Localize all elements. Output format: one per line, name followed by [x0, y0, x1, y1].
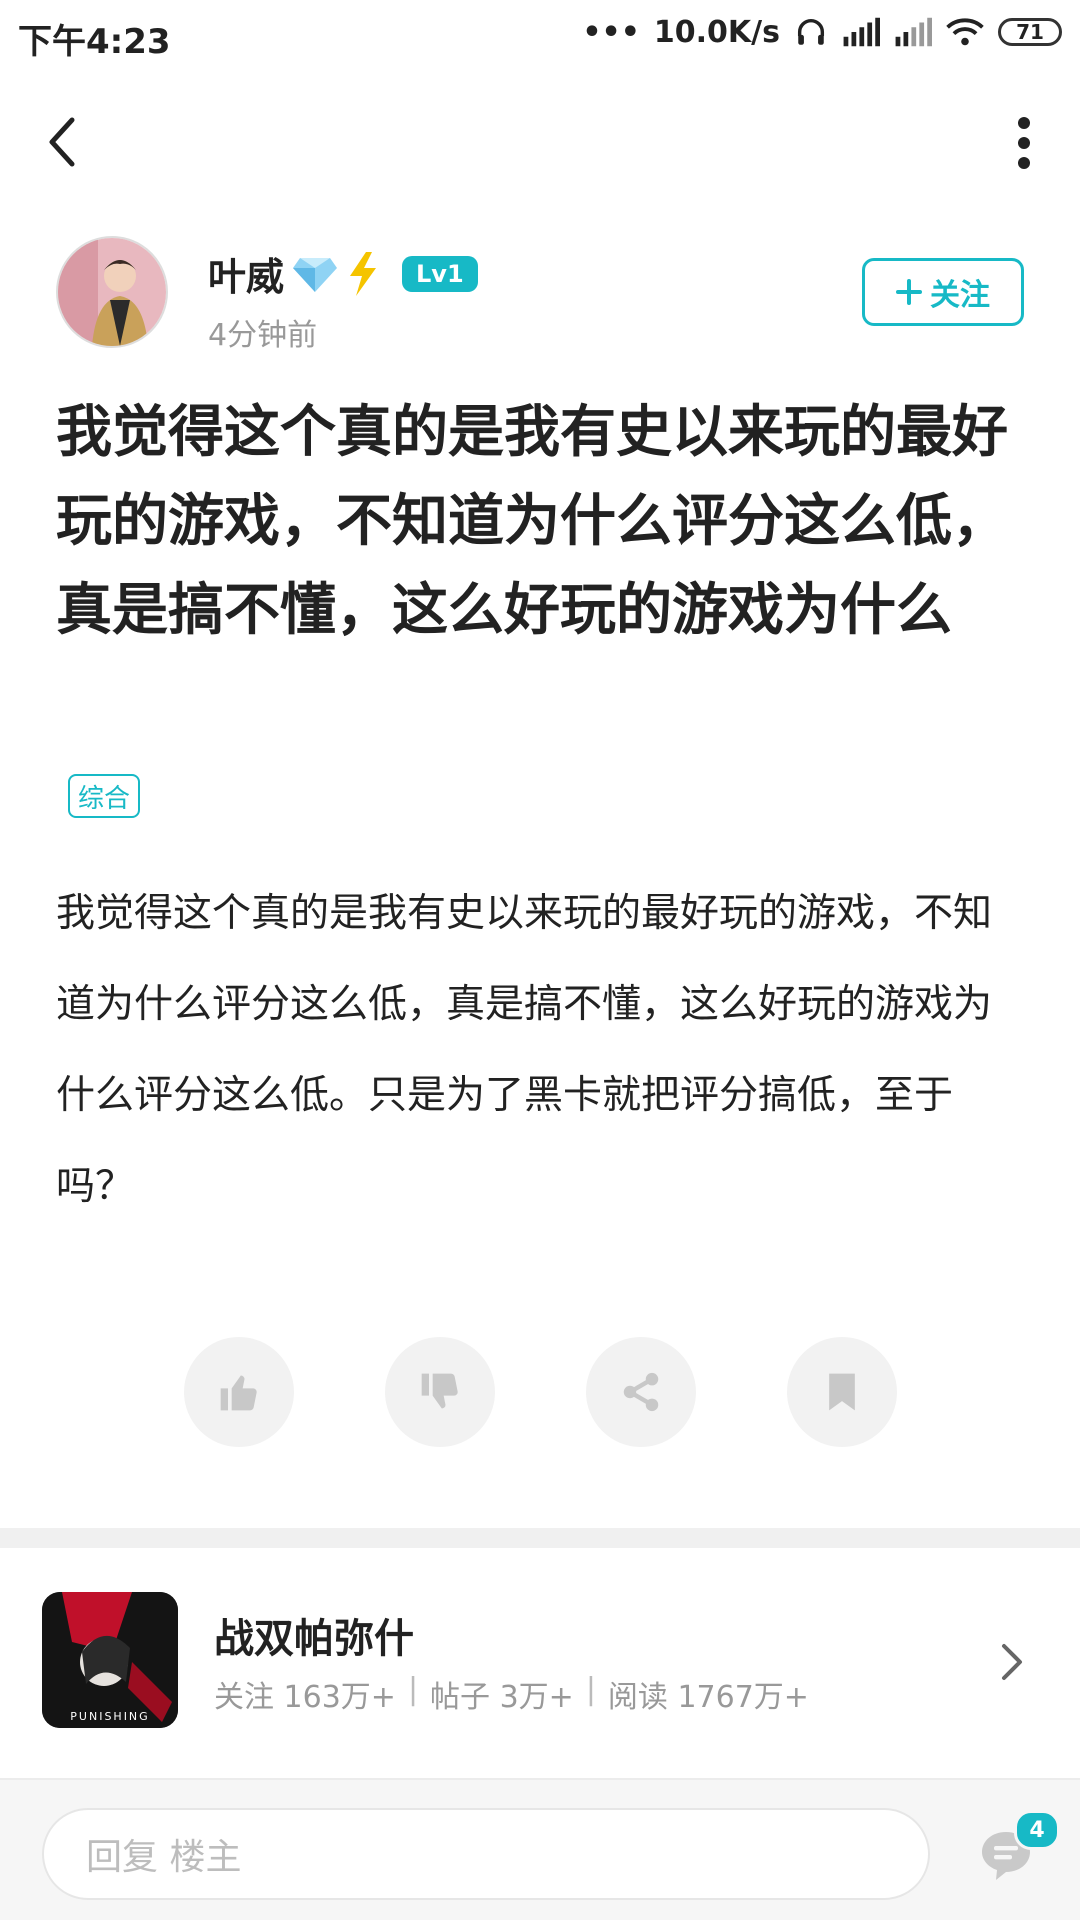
status-bar-right: ••• 10.0K/s 71: [582, 12, 1062, 52]
lightning-icon: [350, 251, 377, 296]
post-body: 我觉得这个真的是我有史以来玩的最好玩的游戏，不知道为什么评分这么低，真是搞不懂，…: [56, 891, 993, 1209]
game-icon[interactable]: PUNISHING: [42, 1592, 178, 1728]
chevron-right-icon: [1002, 1644, 1022, 1680]
reply-placeholder: 回复 楼主: [86, 1837, 242, 1878]
bottom-bar: 回复 楼主 4: [0, 1778, 1080, 1920]
dots-icon: •••: [582, 14, 640, 50]
bookmark-icon: [829, 1373, 855, 1411]
back-button[interactable]: [36, 108, 88, 176]
signal-icon: [843, 17, 880, 47]
game-card-arrow[interactable]: [992, 1638, 1032, 1686]
post-time: 4分钟前: [208, 318, 318, 353]
more-vertical-icon: [1018, 117, 1030, 169]
game-icon-text: PUNISHING: [70, 1710, 149, 1723]
thumb-down-icon: [421, 1373, 458, 1409]
stat-separator: |: [585, 1672, 596, 1707]
follow-button[interactable]: 关注: [862, 258, 1024, 326]
reply-input[interactable]: 回复 楼主: [42, 1808, 930, 1900]
game-posts: 帖子 3万+: [430, 1680, 574, 1715]
game-reads: 阅读 1767万+: [607, 1680, 809, 1715]
bookmark-button[interactable]: [787, 1337, 897, 1447]
comment-count-badge: 4: [1014, 1810, 1060, 1850]
game-name[interactable]: 战双帕弥什: [214, 1606, 414, 1664]
stat-separator: |: [407, 1672, 419, 1707]
post-title: 我觉得这个真的是我有史以来玩的最好玩的游戏，不知道为什么评分这么低，真是搞不懂，…: [56, 400, 1008, 643]
more-button[interactable]: [1002, 108, 1046, 178]
headphones-icon: [797, 19, 825, 45]
author-name-row[interactable]: 叶威 Lv1: [208, 246, 478, 301]
status-time: 下午4:23: [18, 22, 171, 62]
follow-label: 关注: [930, 278, 990, 313]
like-button[interactable]: [184, 1337, 294, 1447]
topic-tag[interactable]: 综合: [68, 774, 141, 818]
battery-indicator: 71: [998, 18, 1062, 46]
thumb-up-icon: [220, 1375, 257, 1411]
wifi-icon: [946, 18, 984, 46]
section-divider: [0, 1528, 1080, 1548]
signal-hd-icon: [895, 17, 932, 47]
level-badge: Lv1: [402, 255, 478, 292]
share-button[interactable]: [586, 1337, 696, 1447]
action-row: [0, 1337, 1080, 1447]
author-name[interactable]: 叶威: [208, 246, 284, 301]
dislike-button[interactable]: [385, 1337, 495, 1447]
diamond-icon: [293, 257, 338, 292]
game-follows: 关注 163万+: [214, 1680, 396, 1715]
share-icon: [623, 1372, 659, 1412]
network-speed: 10.0K/s: [653, 14, 780, 50]
game-stats: 关注 163万+ | 帖子 3万+ | 阅读 1767万+: [214, 1672, 809, 1716]
comments-button[interactable]: 4: [970, 1810, 1060, 1888]
avatar[interactable]: [56, 236, 168, 348]
chevron-left-icon: [49, 117, 75, 167]
plus-icon: [896, 279, 922, 305]
